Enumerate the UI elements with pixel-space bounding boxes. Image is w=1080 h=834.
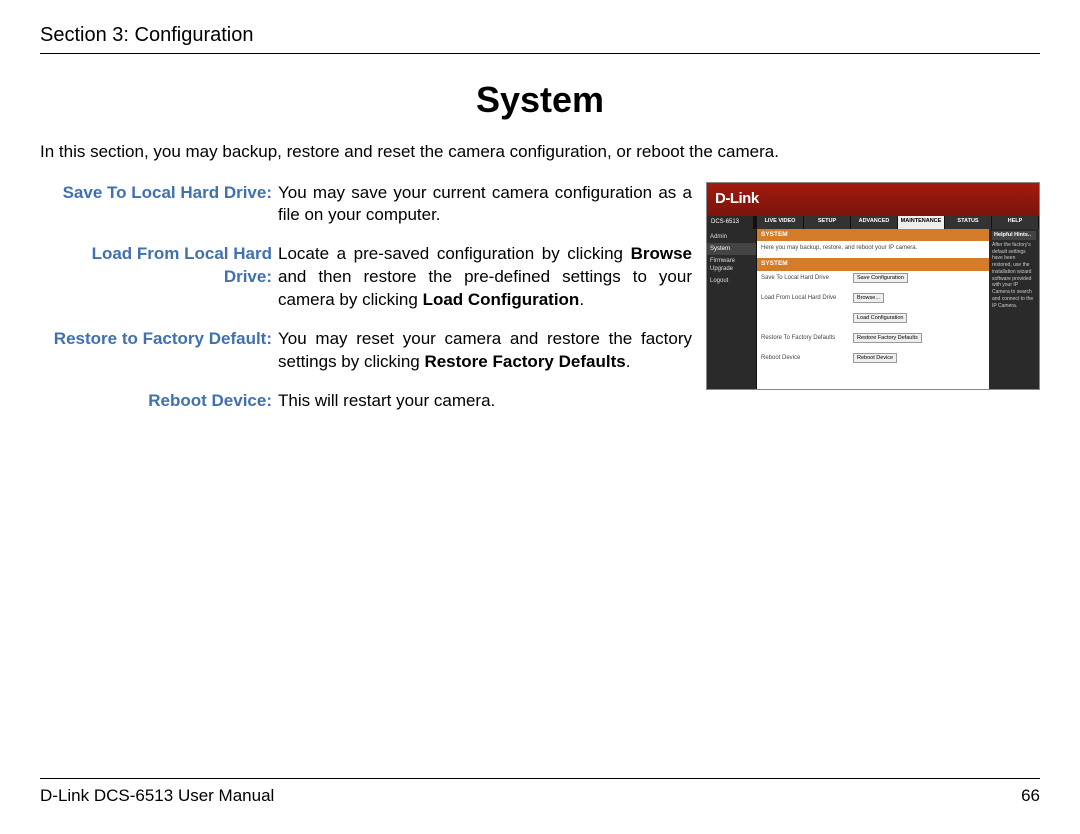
footer-left: D-Link DCS-6513 User Manual	[40, 785, 274, 808]
panel-head-1: SYSTEM	[757, 229, 989, 242]
admin-screenshot: D-Link DCS-6513 LIVE VIDEO SETUP ADVANCE…	[706, 182, 1040, 390]
page-title: System	[40, 76, 1040, 125]
shot-navrow: DCS-6513 LIVE VIDEO SETUP ADVANCED MAINT…	[707, 216, 1039, 229]
term-load: Load From Local Hard Drive:	[40, 243, 278, 312]
section-label: Section 3: Configuration	[40, 24, 253, 46]
shot-sidebar: Admin System Firmware Upgrade Logout	[707, 229, 757, 389]
sidebar-item-firmware[interactable]: Firmware Upgrade	[707, 255, 756, 275]
shot-banner: D-Link	[707, 183, 1039, 216]
form-label: Reboot Device	[761, 354, 853, 362]
definition-row: Reboot Device: This will restart your ca…	[40, 390, 692, 413]
tab-live-video[interactable]: LIVE VIDEO	[757, 216, 804, 229]
browse-button[interactable]: Browse...	[853, 293, 884, 303]
shot-body: Admin System Firmware Upgrade Logout SYS…	[707, 229, 1039, 389]
tab-setup[interactable]: SETUP	[804, 216, 851, 229]
page-header: Section 3: Configuration	[40, 22, 1040, 54]
desc-save: You may save your current camera configu…	[278, 182, 692, 228]
form-row-save: Save To Local Hard Drive Save Configurat…	[761, 273, 985, 283]
term-save: Save To Local Hard Drive:	[40, 182, 278, 228]
sidebar-item-system[interactable]: System	[707, 243, 756, 255]
definition-list: Save To Local Hard Drive: You may save y…	[40, 182, 692, 430]
page-number: 66	[1021, 785, 1040, 808]
definition-row: Save To Local Hard Drive: You may save y…	[40, 182, 692, 228]
panel-form: Save To Local Hard Drive Save Configurat…	[757, 271, 989, 375]
panel-sub: Here you may backup, restore, and reboot…	[757, 241, 989, 258]
tab-status[interactable]: STATUS	[945, 216, 992, 229]
save-configuration-button[interactable]: Save Configuration	[853, 273, 908, 283]
term-restore: Restore to Factory Default:	[40, 328, 278, 374]
dlink-logo: D-Link	[715, 189, 759, 209]
form-label: Save To Local Hard Drive	[761, 274, 853, 282]
sidebar-item-logout[interactable]: Logout	[707, 275, 756, 287]
restore-defaults-button[interactable]: Restore Factory Defaults	[853, 333, 922, 343]
term-reboot: Reboot Device:	[40, 390, 278, 413]
shot-panel: SYSTEM Here you may backup, restore, and…	[757, 229, 989, 389]
form-label: Restore To Factory Defaults	[761, 334, 853, 342]
page-footer: D-Link DCS-6513 User Manual 66	[40, 778, 1040, 808]
content-area: Save To Local Hard Drive: You may save y…	[40, 182, 1040, 430]
sidebar-item-admin[interactable]: Admin	[707, 231, 756, 243]
definition-row: Restore to Factory Default: You may rese…	[40, 328, 692, 374]
form-label: Load From Local Hard Drive	[761, 294, 853, 302]
shot-hints: Helpful Hints.. After the factory's defa…	[989, 229, 1039, 389]
form-row-loadconf: Load Configuration	[761, 313, 985, 323]
desc-restore: You may reset your camera and restore th…	[278, 328, 692, 374]
form-row-restore: Restore To Factory Defaults Restore Fact…	[761, 333, 985, 343]
tab-help[interactable]: HELP	[992, 216, 1039, 229]
form-row-reboot: Reboot Device Reboot Device	[761, 353, 985, 363]
hints-body: After the factory's default settings hav…	[992, 242, 1036, 310]
desc-load: Locate a pre-saved configuration by clic…	[278, 243, 692, 312]
shot-model: DCS-6513	[707, 216, 757, 229]
load-configuration-button[interactable]: Load Configuration	[853, 313, 907, 323]
intro-text: In this section, you may backup, restore…	[40, 141, 1040, 164]
panel-head-2: SYSTEM	[757, 258, 989, 271]
definition-row: Load From Local Hard Drive: Locate a pre…	[40, 243, 692, 312]
tab-maintenance[interactable]: MAINTENANCE	[898, 216, 945, 229]
desc-reboot: This will restart your camera.	[278, 390, 692, 413]
tab-advanced[interactable]: ADVANCED	[851, 216, 898, 229]
form-row-load: Load From Local Hard Drive Browse...	[761, 293, 985, 303]
reboot-device-button[interactable]: Reboot Device	[853, 353, 897, 363]
hints-head: Helpful Hints..	[992, 231, 1036, 240]
